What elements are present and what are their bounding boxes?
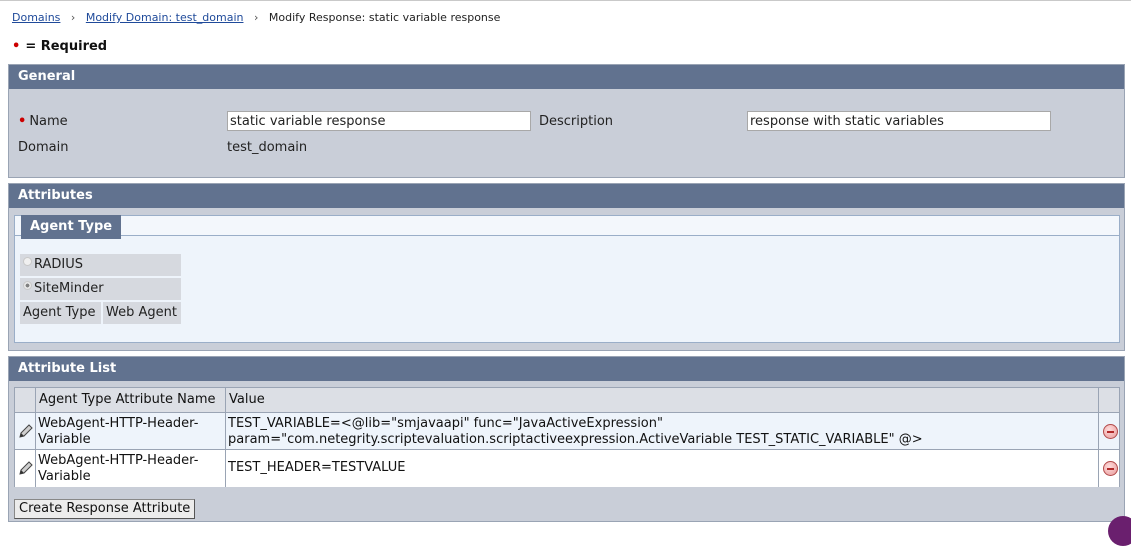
radius-option-label: RADIUS [34, 257, 84, 272]
pencil-icon[interactable] [18, 460, 34, 476]
remove-icon[interactable] [1103, 424, 1118, 439]
edit-cell [15, 413, 36, 449]
agent-type-value: Web Agent [103, 302, 181, 324]
name-label: Name [29, 114, 68, 129]
radius-option[interactable]: RADIUS [20, 254, 181, 276]
attribute-value-cell: TEST_HEADER=TESTVALUE [226, 450, 1099, 487]
remove-cell [1099, 450, 1119, 487]
description-input[interactable] [747, 111, 1051, 131]
breadcrumb: Domains › Modify Domain: test_domain › M… [12, 11, 500, 24]
agent-type-panel-bar [15, 216, 1119, 236]
attribute-table: Agent Type Attribute Name Value WebAgent… [14, 387, 1120, 487]
attribute-name-line2: Variable [38, 469, 91, 484]
corner-badge [1108, 516, 1131, 546]
breadcrumb-modify-domain-link[interactable]: Modify Domain: test_domain [86, 11, 244, 24]
bullet-required-icon: • [12, 39, 21, 54]
general-section-header: General [9, 65, 1124, 89]
attribute-name-line1: WebAgent-HTTP-Header- [38, 416, 199, 431]
domain-value: test_domain [227, 140, 308, 155]
bullet-required-icon: • [18, 114, 27, 129]
attribute-value-cell: TEST_VARIABLE=<@lib="smjavaapi" func="Ja… [226, 413, 1099, 449]
attribute-name-line2: Variable [38, 432, 91, 447]
pencil-icon[interactable] [18, 423, 34, 439]
agent-type-tab[interactable]: Agent Type [21, 215, 122, 239]
attribute-name-cell: WebAgent-HTTP-Header- Variable [36, 413, 226, 449]
edit-cell [15, 450, 36, 487]
header-edit-cell [15, 388, 36, 412]
required-legend: • = Required [12, 39, 107, 54]
attribute-value-line1: TEST_VARIABLE=<@lib="smjavaapi" func="Ja… [228, 416, 663, 431]
breadcrumb-separator: › [253, 11, 259, 24]
table-header-row: Agent Type Attribute Name Value [15, 388, 1119, 413]
required-legend-text: = Required [25, 39, 108, 54]
agent-type-label: Agent Type [20, 302, 101, 324]
attribute-list-section-header: Attribute List [9, 357, 1124, 381]
radio-siteminder[interactable] [23, 281, 32, 290]
attribute-value-line2: param="com.netegrity.scriptevaluation.sc… [228, 432, 923, 447]
table-row: WebAgent-HTTP-Header- Variable TEST_VARI… [15, 413, 1119, 450]
name-label-wrap: • Name [18, 114, 68, 129]
attribute-list-section: Attribute List Agent Type Attribute Name… [8, 356, 1125, 522]
siteminder-option-label: SiteMinder [34, 281, 104, 296]
breadcrumb-domains-link[interactable]: Domains [12, 11, 60, 24]
breadcrumb-separator: › [70, 11, 76, 24]
agent-type-panel: Agent Type RADIUS SiteMinder Agent Type … [14, 215, 1120, 343]
table-row: WebAgent-HTTP-Header- Variable TEST_HEAD… [15, 450, 1119, 487]
breadcrumb-current: Modify Response: static variable respons… [268, 11, 501, 24]
column-header-value: Value [226, 388, 1099, 412]
attribute-name-cell: WebAgent-HTTP-Header- Variable [36, 450, 226, 487]
attributes-section-header: Attributes [9, 184, 1124, 208]
description-label: Description [539, 114, 614, 129]
create-response-attribute-button[interactable]: Create Response Attribute [14, 499, 196, 519]
remove-icon[interactable] [1103, 461, 1118, 476]
name-input[interactable] [227, 111, 531, 131]
radio-radius[interactable] [23, 257, 32, 266]
column-header-name: Agent Type Attribute Name [36, 388, 226, 412]
top-border [0, 0, 1131, 1]
attribute-name-line1: WebAgent-HTTP-Header- [38, 453, 199, 468]
remove-cell [1099, 413, 1119, 449]
general-section: General •Name Description Domain test_do… [8, 64, 1125, 178]
header-remove-cell [1099, 388, 1119, 412]
attributes-section: Attributes Agent Type RADIUS SiteMinder … [8, 183, 1125, 351]
domain-label: Domain [18, 140, 69, 155]
siteminder-option[interactable]: SiteMinder [20, 278, 181, 300]
